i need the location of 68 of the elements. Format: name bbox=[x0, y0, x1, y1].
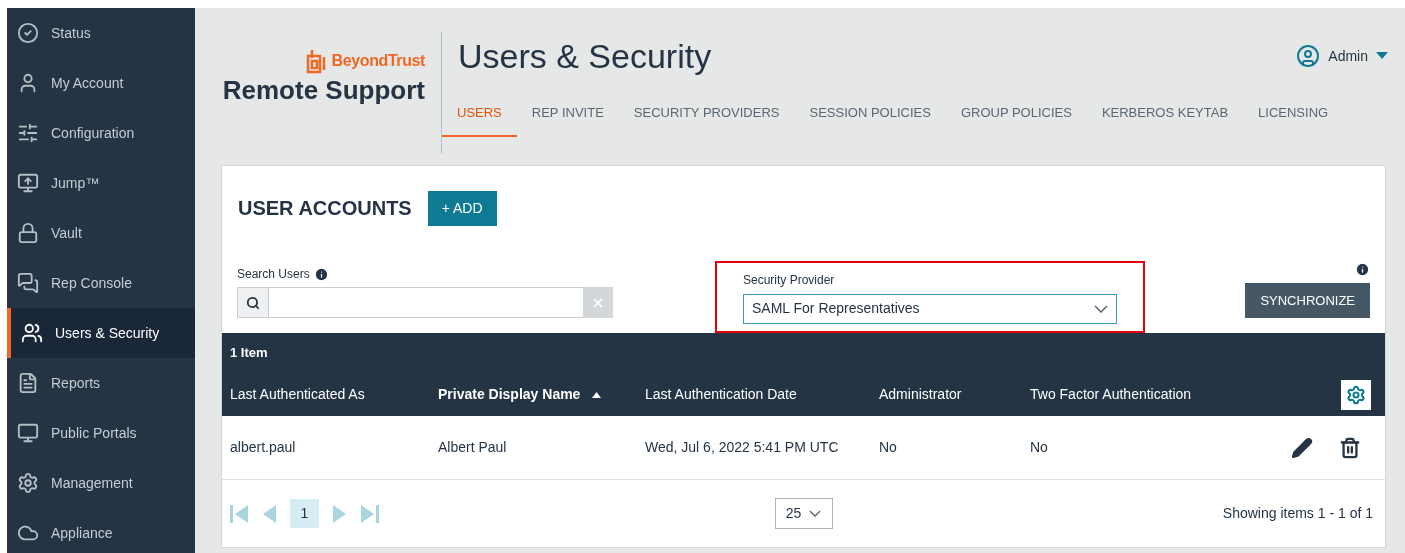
field-label: Security Provider bbox=[743, 271, 836, 289]
sidebar-item[interactable]: Rep Console bbox=[7, 258, 195, 308]
info-icon[interactable] bbox=[1355, 262, 1370, 277]
page-title: Users & Security bbox=[458, 36, 712, 77]
table-cell-text: albert.paul bbox=[230, 438, 297, 457]
tab[interactable]: GROUP POLICIES bbox=[945, 99, 1087, 137]
tab[interactable]: KERBEROS KEYTAB bbox=[1086, 99, 1244, 137]
tab[interactable]: SESSION POLICIES bbox=[794, 99, 946, 137]
brand-name: BeyondTrust bbox=[331, 51, 425, 71]
edit-icon[interactable] bbox=[1291, 436, 1313, 459]
add-button[interactable]: + ADD bbox=[427, 190, 497, 226]
column-settings-button[interactable] bbox=[1341, 379, 1371, 410]
users-icon bbox=[21, 322, 43, 344]
chevron-down-icon bbox=[809, 510, 822, 517]
synchronize-button[interactable]: SYNCHRONIZE bbox=[1245, 283, 1370, 318]
trash-icon[interactable] bbox=[1339, 436, 1361, 459]
check-circle-icon bbox=[17, 22, 39, 44]
document-icon bbox=[17, 372, 39, 394]
sidebar-item[interactable]: Status bbox=[7, 8, 195, 58]
tab[interactable]: REP INVITE bbox=[516, 99, 619, 137]
previous-page-icon[interactable] bbox=[262, 503, 276, 524]
section-title: USER ACCOUNTS bbox=[238, 196, 412, 221]
info-icon[interactable] bbox=[313, 266, 329, 282]
brand-logo-icon bbox=[305, 48, 328, 74]
sidebar-item[interactable]: Configuration bbox=[7, 108, 195, 158]
table-cell-text: No bbox=[879, 438, 898, 457]
sidebar-item[interactable]: Jump™ bbox=[7, 158, 195, 208]
sort-ascending-icon bbox=[592, 391, 602, 398]
last-page-icon[interactable] bbox=[361, 503, 379, 524]
table-cell-text: Wed, Jul 6, 2022 5:41 PM UTC bbox=[645, 438, 840, 457]
sidebar-item[interactable]: Appliance bbox=[7, 508, 195, 553]
sidebar-item[interactable]: Public Portals bbox=[7, 408, 195, 458]
column-header[interactable]: Administrator bbox=[879, 384, 962, 405]
caret-icon bbox=[1376, 52, 1388, 60]
user-menu[interactable]: Admin bbox=[1296, 44, 1388, 68]
sliders-icon bbox=[17, 122, 39, 144]
sidebar-item[interactable]: Management bbox=[7, 458, 195, 508]
chevron-down-icon bbox=[1094, 304, 1108, 313]
sidebar-item[interactable]: My Account bbox=[7, 58, 195, 108]
column-header[interactable]: Last Authentication Date bbox=[645, 384, 797, 405]
sidebar-item[interactable]: Vault bbox=[7, 208, 195, 258]
security-provider-select[interactable]: SAML For Representatives bbox=[743, 293, 1117, 324]
column-header[interactable]: Two Factor Authentication bbox=[1030, 384, 1192, 405]
sidebar-item[interactable]: Reports bbox=[7, 358, 195, 408]
pager-summary: Showing items 1 - 1 of 1 bbox=[1222, 504, 1373, 523]
lock-icon bbox=[17, 222, 39, 244]
user-avatar-icon bbox=[1296, 44, 1321, 68]
column-header[interactable]: Last Authenticated As bbox=[230, 384, 365, 405]
page-button[interactable]: 1 bbox=[290, 499, 319, 528]
item-count: 1 Item bbox=[229, 344, 269, 362]
tab[interactable]: SECURITY PROVIDERS bbox=[618, 99, 795, 137]
monitor-icon bbox=[17, 422, 39, 444]
tab[interactable]: LICENSING bbox=[1243, 99, 1344, 137]
search-icon bbox=[246, 295, 260, 310]
product-name: Remote Support bbox=[222, 74, 425, 107]
sidebar-item[interactable]: Users & Security bbox=[7, 308, 195, 358]
first-page-icon[interactable] bbox=[230, 503, 248, 524]
column-header[interactable]: Private Display Name bbox=[438, 384, 581, 405]
next-page-icon[interactable] bbox=[333, 503, 347, 524]
table-cell-text: Albert Paul bbox=[438, 438, 508, 457]
gear-icon bbox=[17, 472, 39, 494]
chat-bubbles-icon bbox=[17, 272, 39, 294]
field-label: Search Users bbox=[237, 266, 310, 283]
table-cell-text: No bbox=[1030, 438, 1049, 457]
search-field[interactable] bbox=[269, 287, 583, 318]
clear-button[interactable] bbox=[583, 287, 613, 318]
page-size-select[interactable]: 25 bbox=[774, 498, 833, 529]
gear-icon bbox=[1346, 384, 1366, 405]
